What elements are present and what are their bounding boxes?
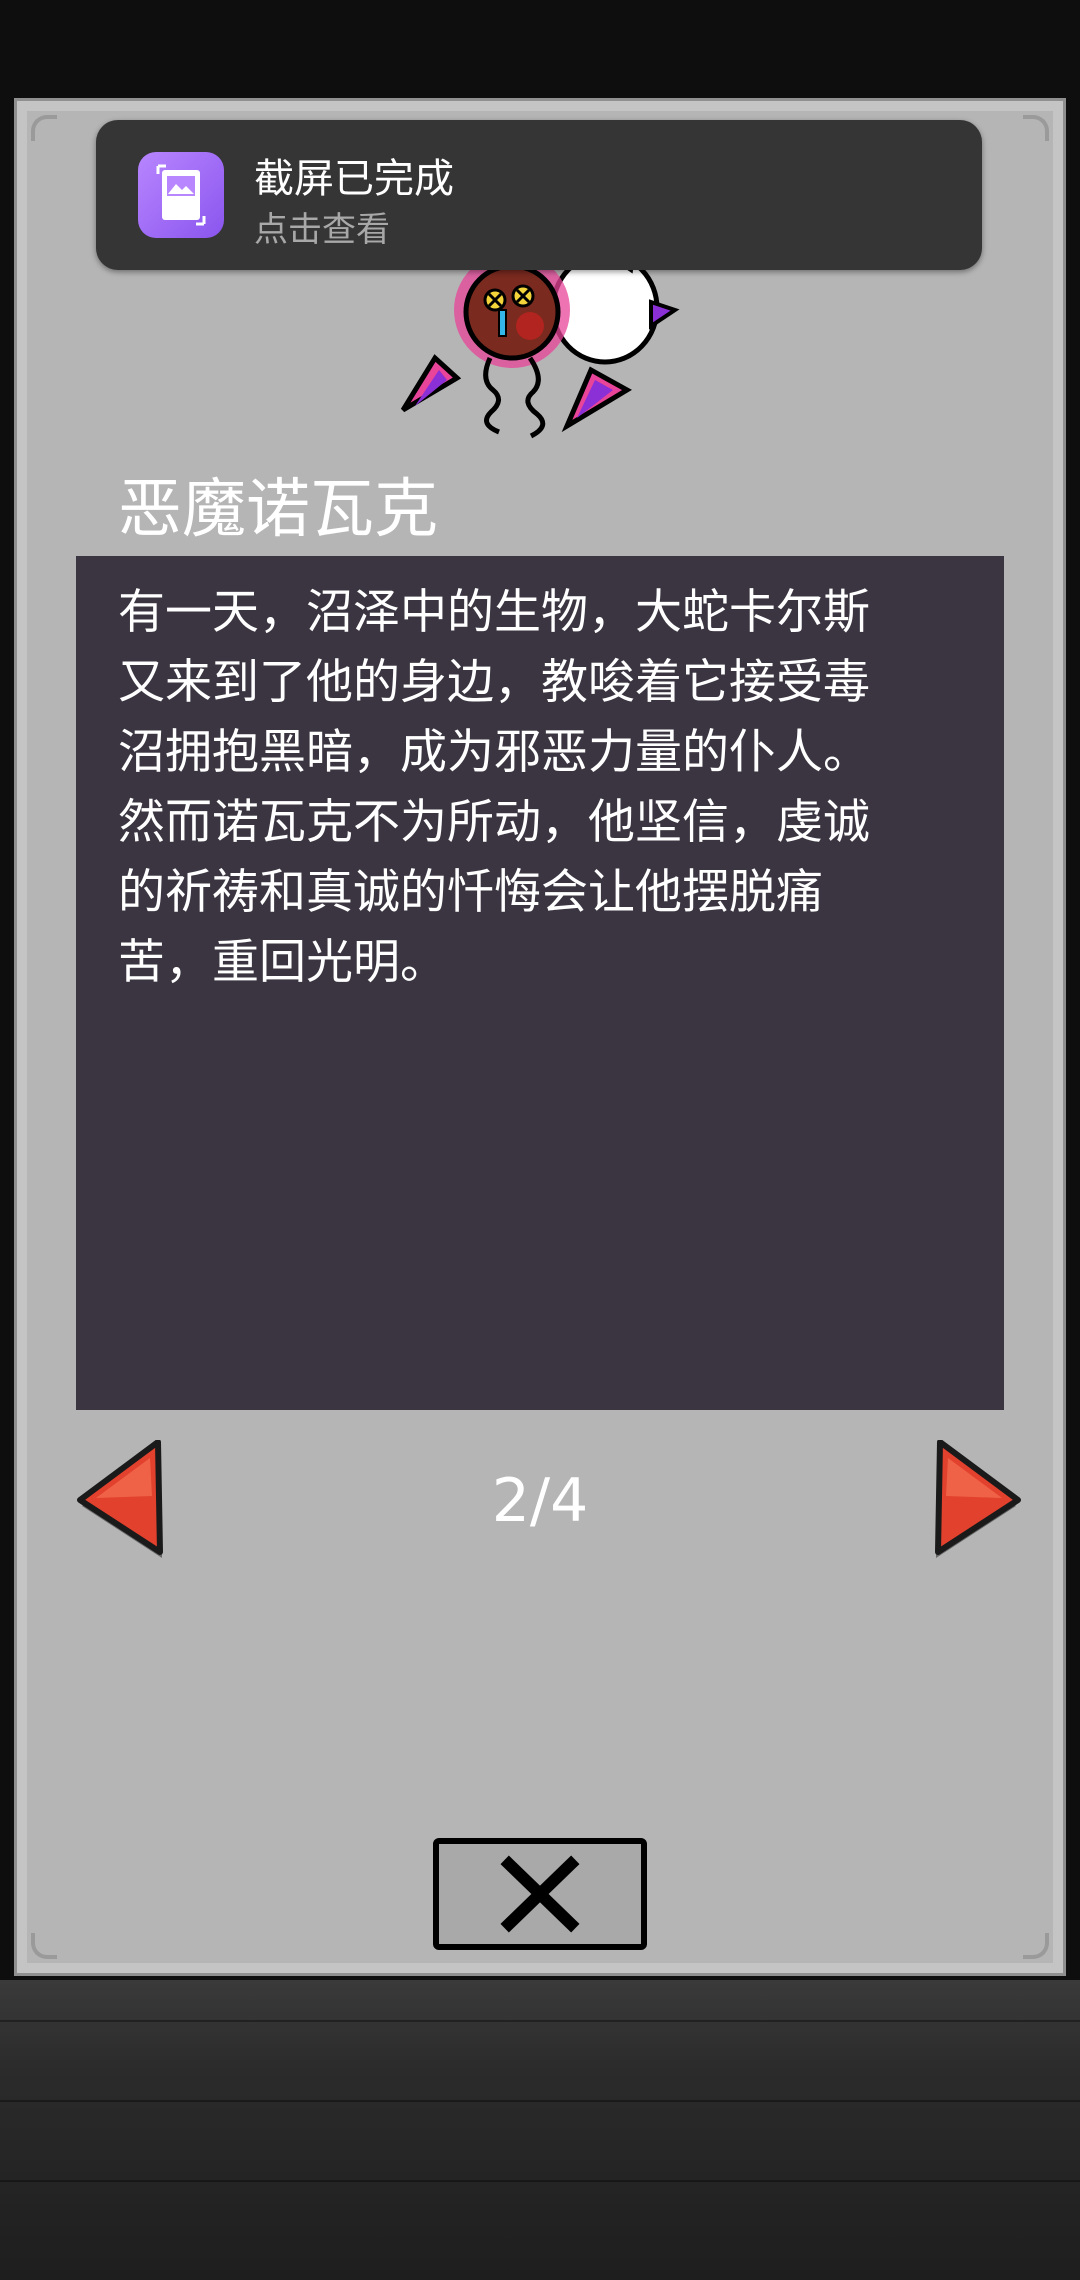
close-button[interactable] — [433, 1838, 647, 1950]
close-x-icon — [500, 1855, 580, 1933]
story-text-box: 有一天，沼泽中的生物，大蛇卡尔斯 又来到了他的身边，教唆着它接受毒 沼拥抱黑暗，… — [76, 556, 1004, 1410]
left-arrow-icon[interactable] — [74, 1440, 170, 1566]
background-floor — [0, 1980, 1080, 2280]
character-name-title: 恶魔诺瓦克 — [118, 473, 438, 547]
game-screen: 恶魔诺瓦克 有一天，沼泽中的生物，大蛇卡尔斯 又来到了他的身边，教唆着它接受毒 … — [0, 0, 1080, 2280]
panel-corner-ornament — [1023, 1933, 1049, 1959]
screenshot-notification[interactable]: 截屏已完成 点击查看 — [96, 120, 982, 270]
story-paragraph: 有一天，沼泽中的生物，大蛇卡尔斯 又来到了他的身边，教唆着它接受毒 沼拥抱黑暗，… — [118, 585, 870, 990]
notification-title: 截屏已完成 — [254, 156, 454, 202]
notification-subtitle: 点击查看 — [254, 210, 390, 250]
right-arrow-icon[interactable] — [928, 1440, 1024, 1566]
panel-corner-ornament — [31, 115, 57, 141]
page-indicator: 2/4 — [491, 1466, 589, 1536]
panel-corner-ornament — [31, 1933, 57, 1959]
screenshot-gallery-icon — [138, 152, 224, 238]
panel-corner-ornament — [1023, 115, 1049, 141]
